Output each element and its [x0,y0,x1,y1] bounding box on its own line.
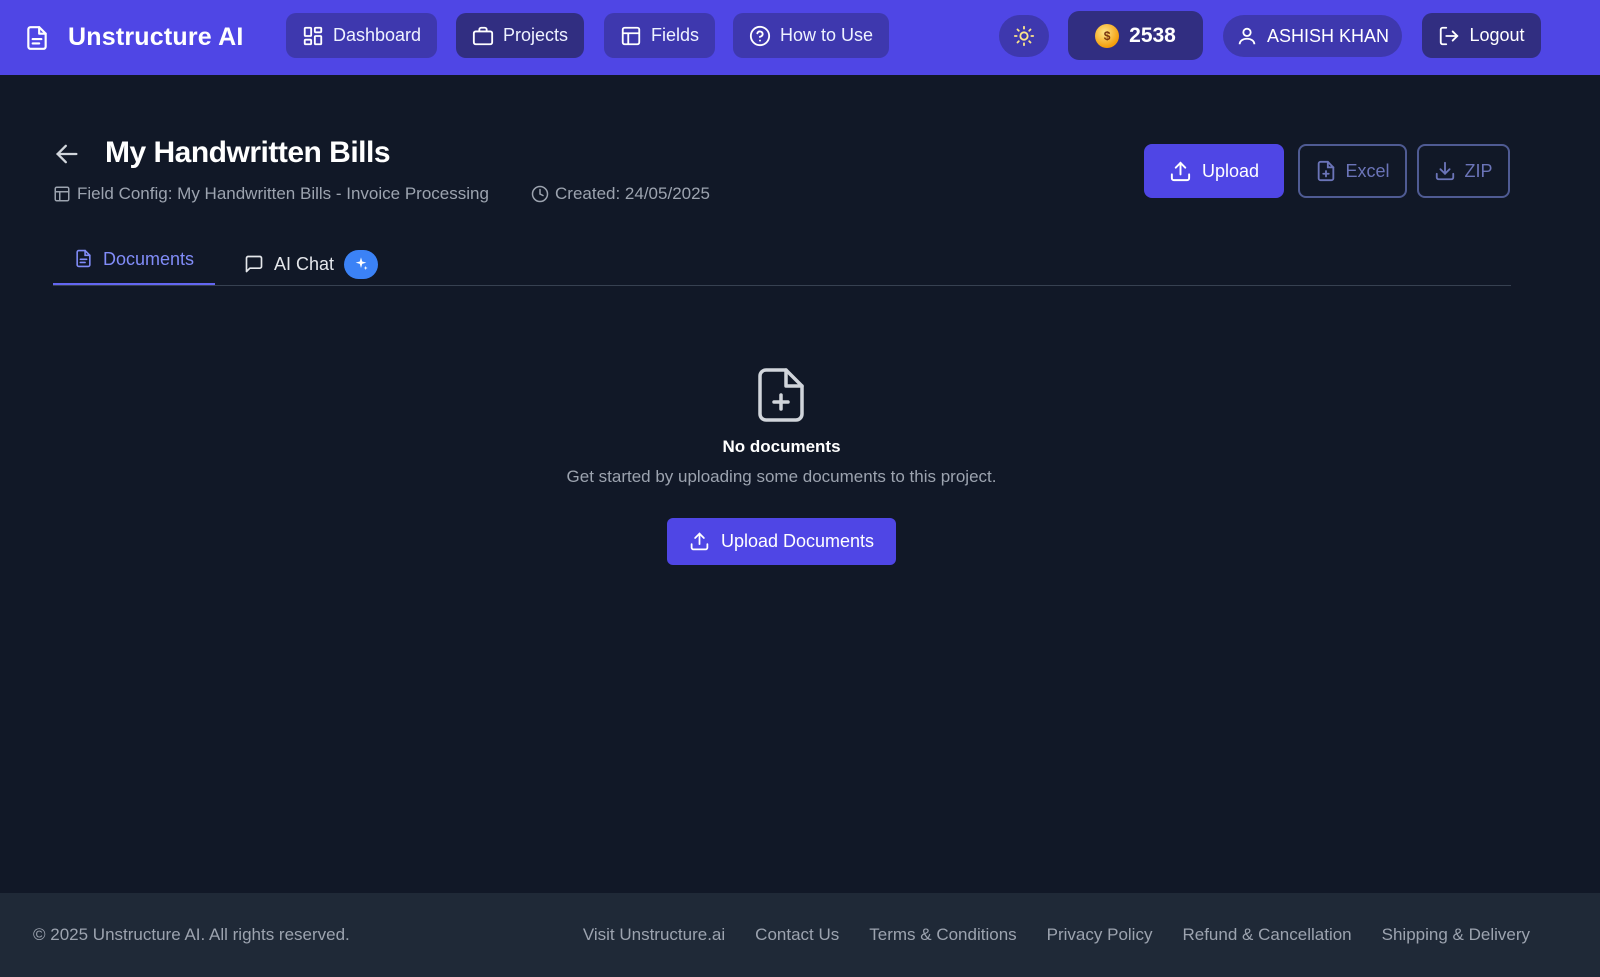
footer-link-terms[interactable]: Terms & Conditions [869,925,1016,945]
sparkle-icon [353,256,369,272]
zip-download-button[interactable]: ZIP [1417,144,1510,198]
nav-projects-label: Projects [503,25,569,45]
upload-label: Upload [1201,160,1260,181]
created-meta: Created: 24/05/2025 [531,184,710,204]
tab-ai-chat-label: AI Chat [274,253,335,274]
table-icon [53,185,71,203]
clock-icon [531,185,549,203]
brand[interactable]: Unstructure AI [24,0,244,75]
credits-balance[interactable]: $ 2538 [1068,11,1203,60]
document-logo-icon [24,25,50,51]
logout-label: Logout [1469,25,1525,45]
nav-fields[interactable]: Fields [604,13,716,58]
back-arrow-icon[interactable] [53,140,81,168]
top-navbar: Unstructure AI Dashboard Projects Fields… [0,0,1600,75]
brand-name: Unstructure AI [68,23,244,51]
upload-button[interactable]: Upload [1144,144,1284,198]
file-plus-icon [1315,160,1337,182]
logout-icon [1438,25,1460,47]
field-config-meta: Field Config: My Handwritten Bills - Inv… [53,184,489,204]
tabs-divider [53,285,1511,286]
chat-bubble-icon [244,254,264,274]
footer: © 2025 Unstructure AI. All rights reserv… [0,893,1600,977]
upload-documents-label: Upload Documents [720,531,875,551]
credits-value: 2538 [1129,23,1176,47]
excel-export-button[interactable]: Excel [1298,144,1407,198]
zip-label: ZIP [1464,160,1493,181]
upload-icon [1169,160,1192,183]
sparkle-badge [344,249,379,279]
nav-projects[interactable]: Projects [456,13,585,58]
nav-dashboard[interactable]: Dashboard [286,13,438,58]
footer-links: Visit Unstructure.ai Contact Us Terms & … [553,925,1530,945]
download-icon [1434,160,1456,182]
briefcase-icon [472,25,494,47]
footer-link-refund[interactable]: Refund & Cancellation [1182,925,1351,945]
field-config-text: Field Config: My Handwritten Bills - Inv… [77,184,489,203]
page-title: My Handwritten Bills [105,136,391,169]
user-icon [1236,25,1258,47]
nav-fields-label: Fields [651,25,700,45]
user-profile-button[interactable]: ASHISH KHAN [1223,15,1402,57]
footer-link-shipping[interactable]: Shipping & Delivery [1382,925,1530,945]
upload-documents-button[interactable]: Upload Documents [667,518,896,565]
copyright-text: © 2025 Unstructure AI. All rights reserv… [33,925,350,944]
file-plus-icon [757,367,805,423]
sun-icon [1013,25,1035,47]
footer-link-visit[interactable]: Visit Unstructure.ai [583,925,725,945]
logout-button[interactable]: Logout [1422,13,1541,58]
tab-documents-label: Documents [102,249,195,269]
dashboard-grid-icon [302,25,324,47]
excel-label: Excel [1345,160,1390,181]
theme-toggle-button[interactable] [999,15,1049,57]
help-circle-icon [749,25,771,47]
footer-link-privacy[interactable]: Privacy Policy [1047,925,1153,945]
coin-icon: $ [1095,23,1120,48]
nav-dashboard-label: Dashboard [333,25,422,45]
created-text: Created: 24/05/2025 [555,184,711,203]
empty-state-subtitle: Get started by uploading some documents … [566,467,997,486]
nav-how-to-use-label: How to Use [780,25,874,45]
tab-documents[interactable]: Documents [53,243,215,285]
footer-link-contact[interactable]: Contact Us [755,925,839,945]
empty-state-title: No documents [722,437,841,456]
upload-icon [689,531,710,552]
tab-ai-chat[interactable]: AI Chat [244,248,379,280]
table-icon [620,25,642,47]
nav-how-to-use[interactable]: How to Use [733,13,890,58]
document-icon [74,249,93,268]
user-name: ASHISH KHAN [1266,25,1390,46]
